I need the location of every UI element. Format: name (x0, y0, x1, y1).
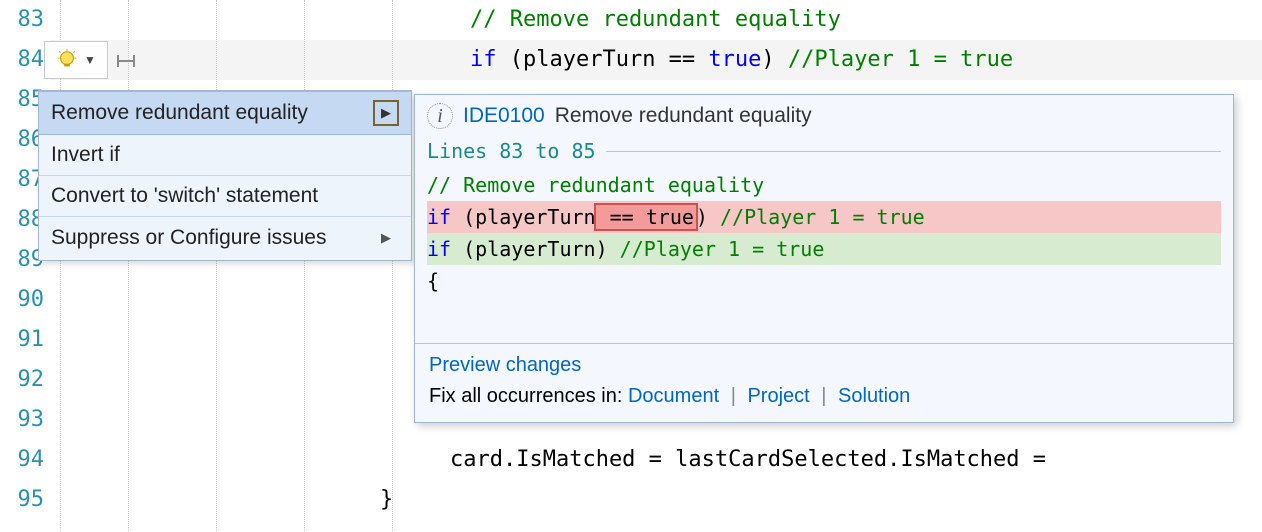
line-number: 83 (0, 0, 50, 40)
code-text: (playerTurn == (497, 47, 709, 72)
quick-action-label: Invert if (51, 143, 120, 167)
quick-action-item[interactable]: Remove redundant equality ▶ (39, 91, 411, 135)
quick-action-item[interactable]: Convert to 'switch' statement (39, 176, 411, 217)
diff-block: // Remove redundant equality ifif (playe… (415, 169, 1233, 297)
code-text: ) (761, 47, 788, 72)
diff-removed-line: ifif (playerTurn (playerTurn == true) ) … (427, 201, 1221, 233)
comment-text: // Remove redundant equality (470, 7, 841, 32)
line-number-gutter: 83848586878889909192939495 (0, 0, 50, 532)
indent-guides (50, 0, 110, 532)
code-line-84: if (playerTurn == true) //Player 1 = tru… (110, 40, 1262, 80)
keyword-true: true (708, 47, 761, 72)
line-number: 90 (0, 280, 50, 320)
separator: | (815, 385, 832, 407)
fix-preview-panel: i IDE0100 Remove redundant equality Line… (414, 94, 1234, 423)
preview-footer: Preview changes Fix all occurrences in: … (415, 343, 1233, 422)
line-number: 92 (0, 360, 50, 400)
preview-lines-row: Lines 83 to 85 (415, 137, 1233, 169)
line-number: 91 (0, 320, 50, 360)
rule-title: Remove redundant equality (555, 104, 812, 128)
fix-scope-project[interactable]: Project (747, 385, 809, 407)
info-icon: i (427, 103, 453, 129)
line-number: 84 (0, 40, 50, 80)
code-editor: 83848586878889909192939495 // Remove red… (0, 0, 1262, 532)
code-text: } (380, 487, 393, 512)
quick-action-label: Remove redundant equality (51, 101, 308, 125)
line-number: 93 (0, 400, 50, 440)
divider (606, 151, 1221, 152)
lightbulb-quick-actions-button[interactable]: ▼ (44, 41, 108, 79)
fix-scope-solution[interactable]: Solution (838, 385, 910, 407)
quick-action-item[interactable]: Invert if (39, 135, 411, 176)
quick-actions-menu: Remove redundant equality ▶ Invert if Conve… (38, 90, 412, 261)
line-number: 95 (0, 480, 50, 520)
rule-id-link[interactable]: IDE0100 (463, 104, 545, 128)
diff-added-line: if (playerTurn) //Player 1 = true (427, 233, 1221, 265)
fix-scope-document[interactable]: Document (628, 385, 719, 407)
keyword-if: if (470, 47, 497, 72)
quick-action-label: Convert to 'switch' statement (51, 184, 318, 208)
code-text: card.IsMatched = lastCardSelected.IsMatc… (450, 447, 1046, 472)
separator: | (725, 385, 742, 407)
lightbulb-icon (56, 49, 78, 71)
preview-changes-link[interactable]: Preview changes (429, 354, 581, 376)
line-number: 94 (0, 440, 50, 480)
preview-header: i IDE0100 Remove redundant equality (415, 95, 1233, 137)
lines-range-label: Lines 83 to 85 (427, 139, 596, 163)
diff-context-line: // Remove redundant equality (427, 169, 1221, 201)
diff-context-line: { (427, 265, 1221, 297)
chevron-right-icon: ▶ (373, 225, 399, 251)
comment-text: //Player 1 = true (788, 47, 1013, 72)
fix-all-label: Fix all occurrences in: (429, 385, 628, 407)
code-line-83: // Remove redundant equality (110, 0, 1262, 40)
chevron-down-icon: ▼ (84, 53, 96, 67)
quick-action-item[interactable]: Suppress or Configure issues ▶ (39, 217, 411, 260)
code-line-95: } (110, 480, 1262, 520)
chevron-right-icon: ▶ (373, 100, 399, 126)
code-line-94: card.IsMatched = lastCardSelected.IsMatc… (110, 440, 1262, 480)
code-fold-marker[interactable] (117, 60, 135, 62)
quick-action-label: Suppress or Configure issues (51, 226, 326, 250)
